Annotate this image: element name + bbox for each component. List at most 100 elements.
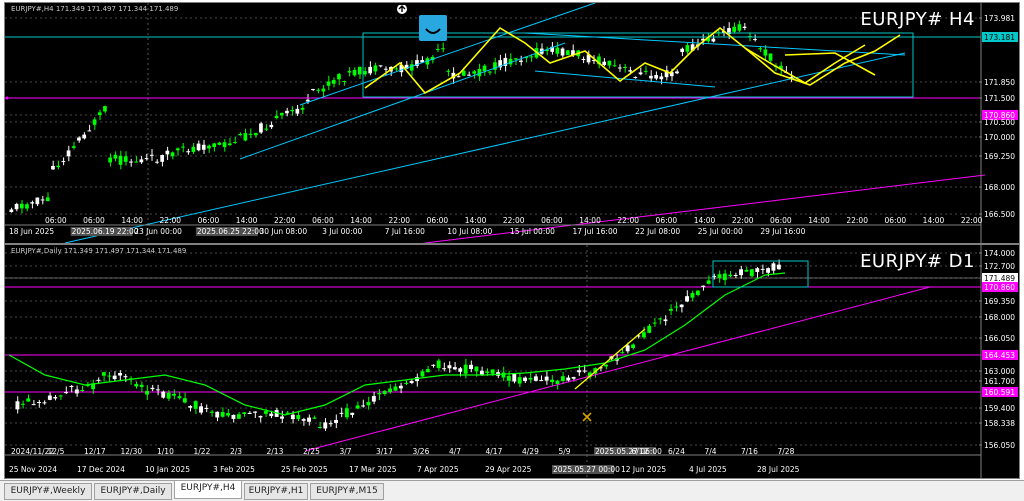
h4-plot[interactable]: 173.981173.181171.850171.500170.860170.5… bbox=[5, 3, 1019, 243]
signal-icon[interactable] bbox=[419, 15, 447, 41]
tab-daily[interactable]: EURJPY#,Daily bbox=[94, 483, 172, 500]
h4-candle-body bbox=[331, 79, 336, 84]
h4-candle-body bbox=[742, 26, 747, 28]
price-tick-label: 171.850 bbox=[984, 78, 1015, 87]
h4-candle-body bbox=[565, 50, 570, 56]
d1-candle-body bbox=[280, 416, 284, 419]
d1-candle-body bbox=[388, 388, 392, 393]
tab-weekly[interactable]: EURJPY#,Weekly bbox=[4, 483, 92, 500]
d1-candle-body bbox=[118, 373, 122, 376]
d1-candle-body bbox=[312, 417, 317, 419]
time-label-hour: 14:00 bbox=[465, 216, 487, 225]
time-label: 12/17 bbox=[84, 447, 106, 456]
time-label-date: 30 Jun 08:00 bbox=[259, 227, 307, 236]
price-tick-label: 170.500 bbox=[984, 118, 1015, 127]
d1-candle-body bbox=[155, 389, 160, 391]
h4-candle-body bbox=[212, 143, 216, 148]
h4-candle-body bbox=[9, 209, 14, 213]
d1-candle-body bbox=[74, 389, 79, 394]
d1-candle-body bbox=[328, 423, 333, 425]
d1-candle-body bbox=[107, 375, 112, 377]
h4-candle-body bbox=[253, 132, 258, 136]
tab-h1[interactable]: EURJPY#,H1 bbox=[244, 483, 308, 500]
h4-candle-body bbox=[633, 76, 638, 78]
d1-candle-body bbox=[393, 386, 398, 391]
price-axis: 174.000 172.700 171.489170.860 169.350 168.0… bbox=[979, 245, 1018, 478]
d1-candle-body bbox=[739, 269, 743, 276]
h4-candle-body bbox=[467, 74, 471, 76]
price-tick-label: 174.000 bbox=[984, 249, 1015, 258]
time-label: 1/10 bbox=[157, 447, 174, 456]
time-label-hour: 06:00 bbox=[427, 216, 449, 225]
h4-candle-body bbox=[737, 24, 742, 31]
h4-candle-body bbox=[378, 65, 383, 67]
h4-candle-body bbox=[347, 71, 352, 73]
time-label-hour: 14:00 bbox=[350, 216, 372, 225]
d1-candle-body bbox=[744, 269, 749, 272]
range-box bbox=[362, 32, 914, 98]
h4-candle-body bbox=[628, 70, 632, 72]
tab-m15[interactable]: EURJPY#,M15 bbox=[310, 483, 384, 500]
time-label: 4/29 bbox=[522, 447, 539, 456]
h4-candle-body bbox=[222, 142, 227, 148]
h4-candle-body bbox=[175, 148, 180, 151]
d1-candle-body bbox=[166, 392, 171, 399]
h4-candle-body bbox=[259, 123, 263, 133]
time-label-hour: 22:00 bbox=[274, 216, 296, 225]
h4-candle-body bbox=[368, 66, 372, 74]
time-label: 4/7 bbox=[449, 447, 461, 456]
h4-candle-body bbox=[19, 203, 24, 209]
d1-candle-body bbox=[425, 369, 430, 373]
h4-candle-body bbox=[607, 60, 612, 66]
d1-plot[interactable]: 174.000 172.700 171.489170.860 169.350 168.0… bbox=[5, 245, 1019, 478]
time-label-hour: 14:00 bbox=[923, 216, 945, 225]
time-label-hour: 22:00 bbox=[388, 216, 410, 225]
d1-candle-body bbox=[20, 403, 25, 405]
time-label: 6/24 bbox=[668, 447, 685, 456]
h4-candle-body bbox=[519, 60, 523, 62]
date-label: 28 Jul 2025 bbox=[757, 465, 800, 474]
price-tick-label: 172.700 bbox=[984, 262, 1015, 271]
time-label-hour: 06:00 bbox=[198, 216, 220, 225]
channel-upper-line bbox=[299, 3, 596, 106]
time-label-hour: 22:00 bbox=[617, 216, 639, 225]
d1-candle-body bbox=[339, 412, 344, 414]
d1-candle-body bbox=[490, 369, 495, 374]
h4-candle-body bbox=[123, 156, 128, 162]
d1-candle-body bbox=[755, 268, 760, 272]
time-label: 3/7 bbox=[340, 447, 352, 456]
d1-candle-body bbox=[571, 377, 576, 379]
h4-candle-body bbox=[441, 48, 445, 50]
time-label-date: 25 Jul 00:00 bbox=[698, 227, 743, 236]
d1-candle-body bbox=[695, 290, 700, 295]
d1-candle-body bbox=[685, 296, 689, 302]
d1-candle-body bbox=[253, 411, 257, 413]
chart-d1[interactable]: 174.000 172.700 171.489 170.860 169.350 168.0… bbox=[4, 244, 1020, 479]
h4-candle-body bbox=[269, 124, 274, 128]
d1-candle-body bbox=[290, 414, 295, 420]
price-tick-label: 166.500 bbox=[984, 210, 1015, 219]
time-label: 1/22 bbox=[194, 447, 211, 456]
price-highlight-label: 170.860 bbox=[984, 283, 1015, 292]
d1-candle-body bbox=[220, 412, 225, 417]
h4-candle-body bbox=[248, 133, 253, 135]
price-tick-label: 161.700 bbox=[984, 377, 1015, 386]
price-tick-label: 168.000 bbox=[984, 183, 1015, 192]
d1-candle-body bbox=[350, 412, 355, 415]
h4-candle-body bbox=[129, 161, 133, 163]
chart-h4[interactable]: 173.981 173.181 171.850 171.500 170.860 170.5… bbox=[4, 2, 1020, 244]
d1-candle-body bbox=[776, 264, 781, 270]
h4-candle-body bbox=[108, 157, 112, 163]
tab-h4[interactable]: EURJPY#,H4 bbox=[174, 481, 242, 499]
h4-candle-body bbox=[207, 145, 211, 149]
time-label: 5/9 bbox=[559, 447, 571, 456]
time-label-date: 15 Jul 00:00 bbox=[510, 227, 555, 236]
h4-candle-body bbox=[181, 146, 185, 148]
h4-candle-body bbox=[352, 69, 357, 76]
d1-candle-body bbox=[296, 415, 301, 419]
price-highlight-label: 160.591 bbox=[984, 388, 1015, 397]
h4-candle-body bbox=[560, 48, 565, 56]
h4-candle-body bbox=[529, 56, 534, 58]
d1-candle-body bbox=[80, 389, 85, 391]
h4-symbol-label: EURJPY# H4 bbox=[860, 9, 975, 30]
